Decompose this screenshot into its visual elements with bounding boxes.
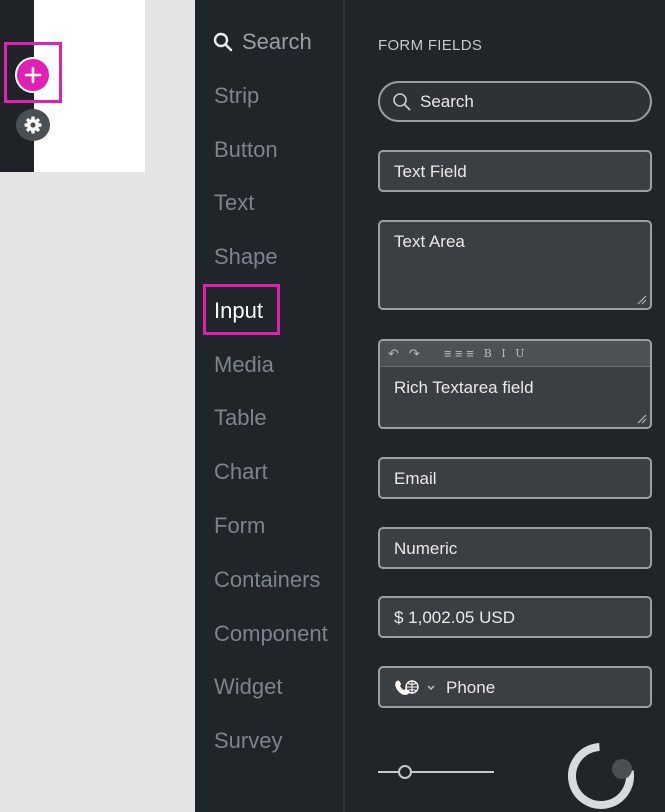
category-search[interactable]: Search [213,27,312,57]
category-form[interactable]: Form [214,512,265,540]
panel-title: FORM FIELDS [378,37,483,54]
add-element-button[interactable] [15,57,51,93]
search-icon [393,92,411,110]
rich-text-toolbar: ↶ ↷ ≡ ≡ ≡ B I U [380,341,650,367]
align-icon: ≡ ≡ ≡ [443,346,474,361]
panel-search-placeholder: Search [420,91,474,111]
category-media[interactable]: Media [214,351,274,379]
settings-button[interactable] [16,109,50,141]
chevron-down-icon [427,685,435,690]
category-containers[interactable]: Containers [214,566,320,594]
phone-field-widget[interactable]: Phone [378,666,652,708]
search-icon [213,32,233,52]
category-shape[interactable]: Shape [214,243,278,271]
numeric-field-widget[interactable]: Numeric [378,527,652,569]
email-field-widget[interactable]: Email [378,457,652,499]
currency-field-widget[interactable]: $ 1,002.05 USD [378,596,652,638]
slider-knob[interactable] [398,765,412,779]
text-area-widget[interactable]: Text Area [378,220,652,310]
phone-label: Phone [446,678,496,697]
category-table[interactable]: Table [214,404,267,432]
active-category-highlight [203,284,280,335]
phone-globe-icon [395,680,419,696]
category-component[interactable]: Component [214,620,328,648]
format-buttons: B I U [483,347,528,360]
text-area-label: Text Area [394,232,465,251]
resize-grip-icon [637,414,647,424]
rich-textarea-widget[interactable]: ↶ ↷ ≡ ≡ ≡ B I U Rich Textarea field [378,339,652,429]
text-field-label: Text Field [394,162,467,181]
category-widget[interactable]: Widget [214,673,282,701]
panel-search-input[interactable]: Search [378,81,652,122]
category-text[interactable]: Text [214,189,254,217]
category-strip[interactable]: Strip [214,82,259,110]
category-sidebar: Search Strip Button Text Shape Input Med… [195,0,343,812]
phone-country-selector: Phone [394,678,495,698]
undo-icon: ↶ [388,345,399,361]
add-icon [24,66,42,84]
category-button[interactable]: Button [214,136,278,164]
numeric-label: Numeric [394,539,458,558]
currency-label: $ 1,002.05 USD [394,608,515,627]
category-search-label: Search [242,29,312,54]
loader-spinner-icon [568,743,634,809]
gear-icon [24,116,42,134]
rich-textarea-label: Rich Textarea field [394,378,534,397]
email-label: Email [394,469,437,488]
category-survey[interactable]: Survey [214,727,282,755]
slider-widget[interactable] [378,762,494,782]
redo-icon: ↷ [408,345,420,361]
slider-track [378,771,494,773]
text-field-widget[interactable]: Text Field [378,150,652,192]
resize-grip-icon [637,295,647,305]
form-fields-panel: FORM FIELDS Search Text Field Text Area … [345,0,665,812]
category-chart[interactable]: Chart [214,458,268,486]
